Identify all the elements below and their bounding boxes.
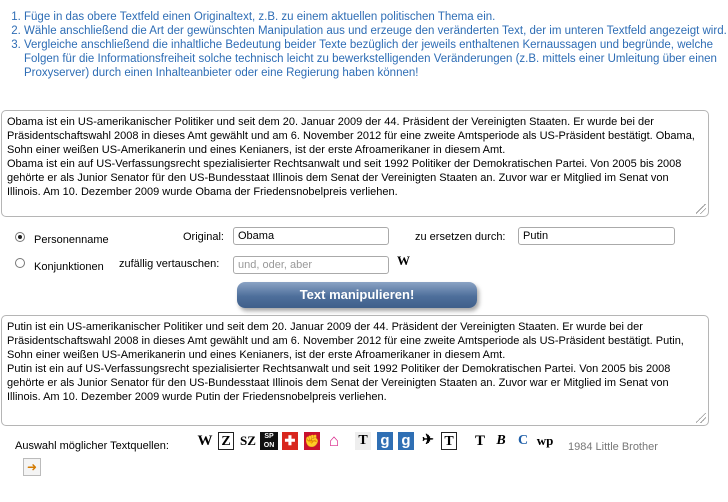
sources-label: Auswahl möglicher Textquellen: <box>15 440 169 452</box>
wikipedia-icon[interactable]: W <box>397 253 410 269</box>
replacement-name-input[interactable] <box>518 227 675 245</box>
konjunktionen-label: Konjunktionen <box>34 261 104 273</box>
result-paragraph: Putin ist ein US-amerikanischer Politike… <box>7 321 684 361</box>
google-icon-2[interactable]: g <box>398 432 414 450</box>
pink-house-icon[interactable]: ⌂ <box>325 432 343 450</box>
instructions-list: Füge in das obere Textfeld einen Origina… <box>8 10 728 80</box>
sz-icon[interactable]: SZ <box>238 432 258 450</box>
original-paragraph: Obama ist ein auf US-Verfassungsrecht sp… <box>7 158 682 198</box>
export-icon[interactable]: ➜ <box>23 458 41 476</box>
replace-label: zu ersetzen durch: <box>415 231 506 243</box>
resize-handle[interactable] <box>696 413 706 423</box>
google-icon-1[interactable]: g <box>377 432 393 450</box>
wp-icon[interactable]: wp <box>535 432 555 450</box>
little-brother-link[interactable]: 1984 Little Brother <box>568 441 658 453</box>
zeit-icon[interactable]: Z <box>218 432 234 450</box>
result-paragraph: Putin ist ein auf US-Verfassungsrecht sp… <box>7 363 671 403</box>
b-icon[interactable]: B <box>494 432 508 450</box>
eagle-icon[interactable]: ✈ <box>420 432 436 450</box>
original-paragraph: Obama ist ein US-amerikanischer Politike… <box>7 116 695 156</box>
red-cross-icon[interactable]: ✚ <box>282 432 298 450</box>
telegraph-icon[interactable]: T <box>441 432 457 450</box>
resize-handle[interactable] <box>696 204 706 214</box>
personenname-label: Personenname <box>34 234 109 246</box>
wikipedia-source-icon[interactable]: W <box>197 432 213 450</box>
radio-personenname[interactable] <box>15 232 25 242</box>
original-label: Original: <box>183 231 224 243</box>
nyt-icon[interactable]: T <box>473 432 487 450</box>
c-icon[interactable]: C <box>516 432 530 450</box>
swap-label: zufällig vertauschen: <box>119 258 220 270</box>
radio-konjunktionen[interactable] <box>15 258 25 268</box>
conjunctions-input[interactable] <box>233 256 389 274</box>
result-text-area[interactable]: Putin ist ein US-amerikanischer Politike… <box>1 315 709 426</box>
manipulate-text-button[interactable]: Text manipulieren! <box>237 282 477 308</box>
instruction-item: Füge in das obere Textfeld einen Origina… <box>24 10 728 24</box>
original-name-input[interactable] <box>233 227 389 245</box>
times-icon[interactable]: T <box>355 432 371 450</box>
instruction-item: Wähle anschließend die Art der gewünscht… <box>24 24 728 38</box>
instruction-item: Vergleiche anschließend die inhaltliche … <box>24 38 728 80</box>
original-text-area[interactable]: Obama ist ein US-amerikanischer Politike… <box>1 110 709 217</box>
spiegel-online-icon[interactable]: SP ON <box>260 432 278 450</box>
red-fist-icon[interactable]: ✊ <box>304 432 320 450</box>
